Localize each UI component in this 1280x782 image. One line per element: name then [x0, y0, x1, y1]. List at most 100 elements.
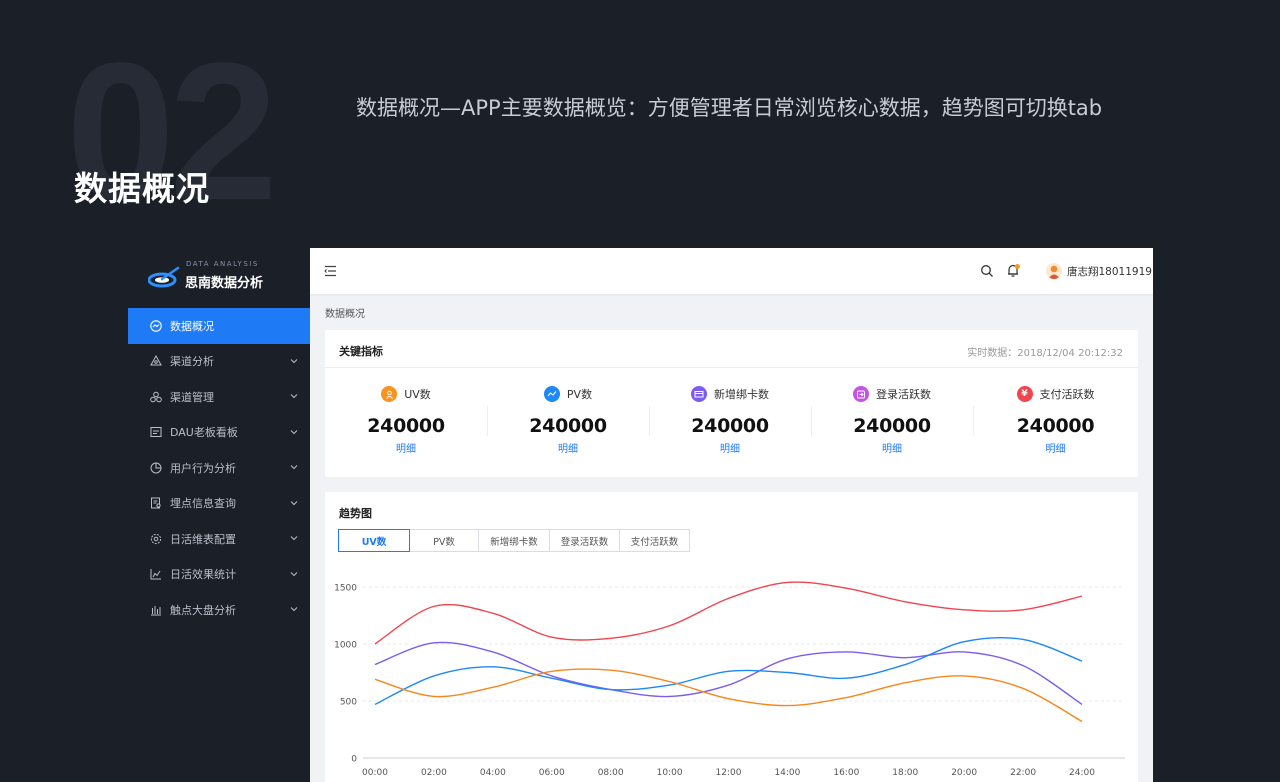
- sidebar-item-label: 触点大盘分析: [170, 603, 236, 617]
- x-tick-label: 24:00: [1069, 768, 1095, 778]
- kpi-value: 240000: [529, 415, 607, 437]
- kpi-value: 240000: [1016, 415, 1095, 437]
- breadcrumb: 数据概况: [325, 309, 365, 320]
- chevron-down-icon: [290, 500, 298, 505]
- y-tick-label: 0: [351, 755, 357, 765]
- sidebar-item-label: 渠道分析: [170, 355, 214, 369]
- detail-link[interactable]: 明细: [487, 440, 649, 455]
- x-tick-label: 16:00: [833, 768, 859, 778]
- series-line-2: [374, 636, 1083, 706]
- x-tick-label: 06:00: [539, 768, 565, 778]
- search-icon[interactable]: [980, 264, 994, 278]
- y-tick-label: 1500: [334, 584, 357, 594]
- sidebar-item-overview[interactable]: 数据概况: [128, 308, 310, 344]
- kpi-new-card: 新增绑卡数 240000 明细: [649, 385, 811, 455]
- chevron-down-icon: [290, 429, 298, 434]
- notification-dot: [1015, 264, 1020, 269]
- sidebar-nav: 数据概况 渠道分析 渠道管理 DAU老板看板 用户行为分析 埋点信息查询 日活维…: [128, 308, 310, 628]
- kpi-label: PV数: [566, 388, 593, 401]
- main-panel: 唐志翔18011919 数据概况 关键指标 实时数据：2018/12/04 20…: [310, 248, 1153, 782]
- sidebar-item-label: 渠道管理: [170, 390, 214, 404]
- section-title: 数据概况: [74, 169, 210, 208]
- kpi-login-active: 登录活跃数 240000 明细: [811, 385, 973, 455]
- kpi-value: 240000: [853, 415, 931, 437]
- tab-new-card[interactable]: 新增绑卡数: [479, 529, 550, 552]
- sidebar-item-dau-config[interactable]: 日活维表配置: [128, 521, 310, 557]
- sidebar: DATA ANALYSIS 思南数据分析 数据概况 渠道分析 渠道管理 DAU老…: [128, 249, 310, 782]
- sidebar-item-label: 埋点信息查询: [170, 497, 236, 511]
- pie-icon: [149, 461, 162, 474]
- app-logo[interactable]: DATA ANALYSIS 思南数据分析: [148, 257, 298, 297]
- query-icon: [149, 497, 162, 510]
- trend-card: 趋势图 UV数 PV数 新增绑卡数 登录活跃数 支付活跃数 0 500 1000 15…: [325, 492, 1138, 782]
- detail-link[interactable]: 明细: [649, 440, 811, 455]
- manage-icon: [149, 390, 162, 403]
- divider: [325, 367, 1138, 368]
- kpi-value: 240000: [367, 415, 445, 437]
- sidebar-item-dau-stats[interactable]: 日活效果统计: [128, 557, 310, 593]
- sidebar-item-touchpoint[interactable]: 触点大盘分析: [128, 592, 310, 628]
- y-tick-label: 1000: [334, 641, 357, 651]
- kpi-label: 新增绑卡数: [714, 388, 769, 401]
- x-tick-label: 00:00: [362, 768, 388, 778]
- sidebar-item-tracking-query[interactable]: 埋点信息查询: [128, 486, 310, 522]
- chevron-down-icon: [290, 394, 298, 399]
- kpi-label: 支付活跃数: [1039, 388, 1095, 401]
- trend-tabs: UV数 PV数 新增绑卡数 登录活跃数 支付活跃数: [338, 529, 690, 552]
- kpi-card: 关键指标 实时数据：2018/12/04 20:12:32 UV数 240000…: [325, 330, 1138, 477]
- kpi-label: 登录活跃数: [876, 388, 931, 401]
- x-tick-label: 10:00: [657, 768, 683, 778]
- columns-icon: [149, 603, 162, 616]
- tab-login-active[interactable]: 登录活跃数: [550, 529, 620, 552]
- trend-icon: [149, 319, 162, 332]
- detail-link[interactable]: 明细: [811, 440, 973, 455]
- detail-link[interactable]: 明细: [973, 440, 1138, 455]
- trend-chart: 0 500 1000 1500 00:00 02:00 04:00 06:00 08:00 10:…: [334, 581, 1125, 778]
- sidebar-item-label: 数据概况: [170, 319, 214, 333]
- gear-icon: [149, 532, 162, 545]
- x-tick-label: 04:00: [480, 768, 506, 778]
- sidebar-item-channel-manage[interactable]: 渠道管理: [128, 379, 310, 415]
- chevron-down-icon: [290, 358, 298, 363]
- kpi-pay-active: ¥ 支付活跃数 240000 明细: [973, 385, 1138, 455]
- avatar[interactable]: [1046, 263, 1062, 279]
- x-tick-label: 22:00: [1010, 768, 1036, 778]
- kpi-pv: PV数 240000 明细: [487, 385, 649, 455]
- y-tick-label: 500: [340, 698, 357, 708]
- sidebar-item-label: 日活维表配置: [170, 532, 236, 546]
- sidebar-item-channel-analysis[interactable]: 渠道分析: [128, 344, 310, 380]
- menu-toggle-icon[interactable]: [324, 265, 337, 277]
- card-icon: [691, 386, 707, 402]
- user-name[interactable]: 唐志翔18011919: [1067, 264, 1152, 279]
- tab-pay-active[interactable]: 支付活跃数: [620, 529, 690, 552]
- x-tick-label: 02:00: [421, 768, 447, 778]
- detail-link[interactable]: 明细: [325, 440, 487, 455]
- sidebar-item-dau-board[interactable]: DAU老板看板: [128, 415, 310, 451]
- x-tick-label: 14:00: [774, 768, 800, 778]
- x-tick-label: 20:00: [951, 768, 977, 778]
- chevron-down-icon: [290, 607, 298, 612]
- user-icon: [381, 386, 398, 402]
- chevron-down-icon: [290, 571, 298, 576]
- tab-uv[interactable]: UV数: [338, 529, 410, 552]
- login-icon: [853, 386, 869, 402]
- kpi-title: 关键指标: [339, 345, 383, 358]
- trend-title: 趋势图: [339, 507, 372, 520]
- logo-subtitle: DATA ANALYSIS: [186, 260, 259, 268]
- tab-pv[interactable]: PV数: [410, 529, 479, 552]
- board-icon: [149, 426, 162, 439]
- x-tick-label: 12:00: [716, 768, 742, 778]
- series-line-1: [374, 641, 1083, 706]
- x-tick-label: 08:00: [598, 768, 624, 778]
- sidebar-item-user-behavior[interactable]: 用户行为分析: [128, 450, 310, 486]
- logo-name: 思南数据分析: [185, 276, 264, 291]
- section-description: 数据概况—APP主要数据概览：方便管理者日常浏览核心数据，趋势图可切换tab: [356, 96, 1103, 120]
- x-tick-label: 18:00: [892, 768, 918, 778]
- chevron-down-icon: [290, 465, 298, 470]
- kpi-uv: UV数 240000 明细: [325, 385, 487, 455]
- sidebar-item-label: DAU老板看板: [170, 426, 238, 440]
- series-line-3: [374, 668, 1083, 723]
- realtime-timestamp: 实时数据：2018/12/04 20:12:32: [967, 348, 1123, 359]
- sidebar-item-label: 用户行为分析: [170, 461, 236, 475]
- series-line-0: [374, 581, 1083, 645]
